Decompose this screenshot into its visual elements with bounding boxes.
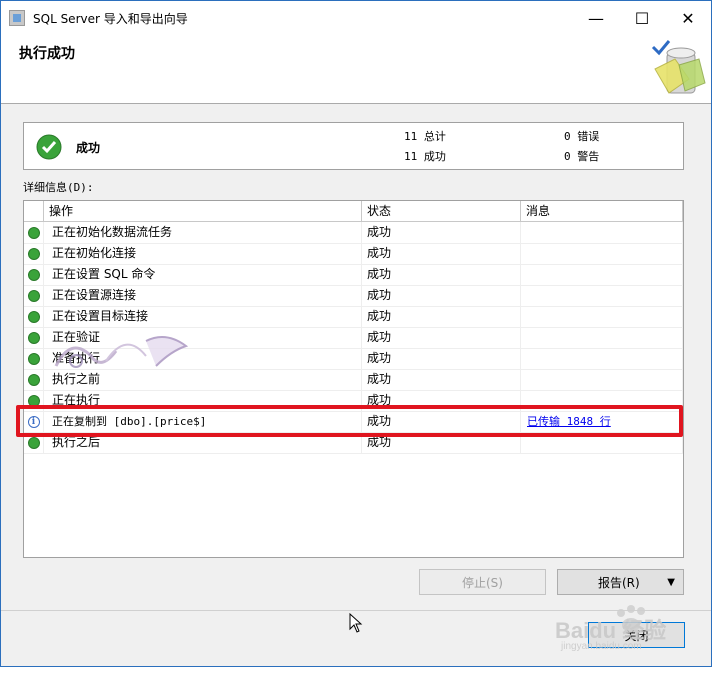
success-icon [27,310,40,323]
success-count: 11 成功 [404,150,446,163]
table-row[interactable]: 正在设置 SQL 命令 成功 [24,264,683,286]
row-action: 正在初始化数据流任务 [44,222,362,243]
success-icon [27,226,40,239]
warning-count: 0 警告 [564,150,600,163]
error-count: 0 错误 [564,130,600,143]
column-header-message[interactable]: 消息 [521,201,683,221]
success-icon [27,247,40,260]
row-action: 正在设置源连接 [44,285,362,306]
row-status-icon-cell [24,285,44,306]
row-message [521,222,683,243]
row-action: 正在初始化连接 [44,243,362,264]
mouse-cursor-icon [349,613,363,633]
watermark-subtext: jingyan.baidu.com [561,641,642,652]
success-icon [27,331,40,344]
success-icon [27,289,40,302]
row-message [521,369,683,390]
close-window-button[interactable]: ✕ [665,1,711,35]
row-message [521,285,683,306]
success-check-icon [36,134,62,160]
row-message [521,243,683,264]
header-icon-col [24,201,44,221]
title-bar[interactable]: SQL Server 导入和导出向导 — ☐ ✕ [1,1,711,36]
wizard-window: SQL Server 导入和导出向导 — ☐ ✕ 执行成功 成功 11 总计 1… [0,0,712,667]
highlight-box [16,405,683,437]
column-header-action[interactable]: 操作 [44,201,362,221]
page-title: 执行成功 [19,46,75,62]
row-status: 成功 [362,327,521,348]
row-status: 成功 [362,306,521,327]
row-status: 成功 [362,285,521,306]
table-row[interactable]: 正在设置源连接 成功 [24,285,683,307]
decorative-watermark-icon [54,336,189,368]
success-icon [27,436,40,449]
row-status-icon-cell [24,327,44,348]
summary-status: 成功 [76,141,101,155]
row-status: 成功 [362,264,521,285]
row-status-icon-cell [24,222,44,243]
report-button-label: 报告(R) [598,575,640,590]
wizard-graphic-icon [651,40,706,94]
row-message [521,327,683,348]
baidu-watermark: Baidu 经验 jingyan.baidu.com [551,599,711,655]
success-icon [27,352,40,365]
row-status: 成功 [362,243,521,264]
details-label: 详细信息(D): [23,181,94,194]
minimize-button[interactable]: — [573,1,619,35]
table-row[interactable]: 正在初始化数据流任务 成功 [24,222,683,244]
success-icon [27,373,40,386]
report-button[interactable]: 报告(R) ▼ [557,569,684,595]
row-message [521,306,683,327]
row-status-icon-cell [24,243,44,264]
row-status: 成功 [362,222,521,243]
row-status: 成功 [362,348,521,369]
row-status: 成功 [362,369,521,390]
row-message [521,348,683,369]
total-count: 11 总计 [404,130,446,143]
dropdown-arrow-icon: ▼ [667,576,675,588]
row-action: 正在设置目标连接 [44,306,362,327]
row-action: 正在设置 SQL 命令 [44,264,362,285]
window-title: SQL Server 导入和导出向导 [33,11,188,26]
grid-header: 操作 状态 消息 [24,201,683,222]
table-row[interactable]: 正在初始化连接 成功 [24,243,683,265]
stop-button[interactable]: 停止(S) [419,569,546,595]
app-icon [9,10,25,26]
summary-panel: 成功 11 总计 11 成功 0 错误 0 警告 [23,122,684,170]
wizard-header: 执行成功 [1,35,711,104]
success-icon [27,268,40,281]
table-row[interactable]: 正在设置目标连接 成功 [24,306,683,328]
maximize-button[interactable]: ☐ [619,1,665,35]
column-header-status[interactable]: 状态 [362,201,521,221]
row-status-icon-cell [24,369,44,390]
row-message [521,264,683,285]
row-status-icon-cell [24,348,44,369]
row-status-icon-cell [24,264,44,285]
row-status-icon-cell [24,306,44,327]
